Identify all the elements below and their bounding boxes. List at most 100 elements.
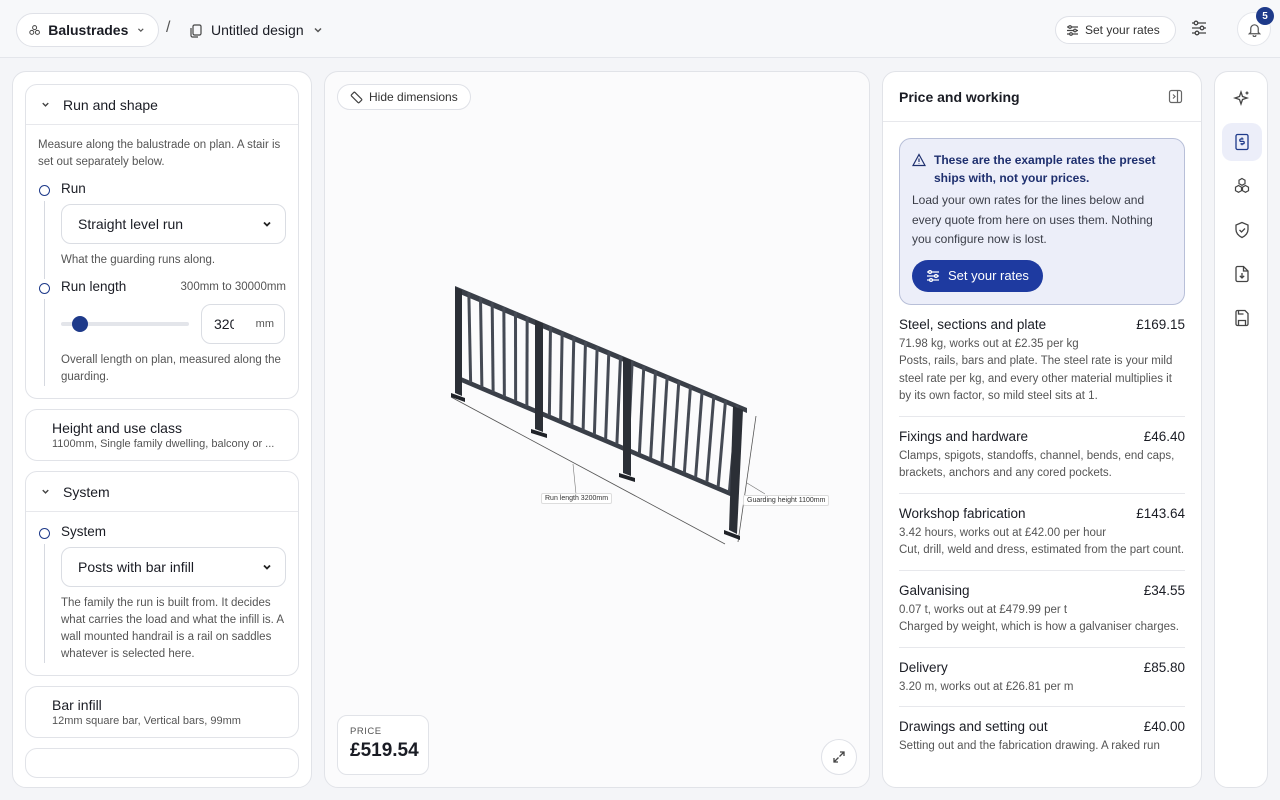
run-label: Run xyxy=(61,181,86,196)
rail-export-button[interactable] xyxy=(1222,255,1262,293)
infill-bar xyxy=(604,351,611,440)
run-help: What the guarding runs along. xyxy=(61,254,216,266)
step-dot xyxy=(39,283,50,294)
cost-breakdown: Steel, sections and plate £169.15 71.98 k… xyxy=(883,305,1201,766)
run-length-dimension: Run length 3200mm xyxy=(541,493,613,504)
system-header[interactable]: System xyxy=(26,472,298,512)
price-value: £519.54 xyxy=(350,740,419,761)
balustrade-3d-render[interactable] xyxy=(435,262,765,552)
infill-bar xyxy=(615,356,622,445)
price-label: PRICE xyxy=(350,726,382,737)
set-rates-button[interactable]: Set your rates xyxy=(1055,16,1176,44)
tool-rail xyxy=(1214,71,1268,788)
infill-bar xyxy=(660,375,669,464)
run-length-input[interactable]: 3200 mm xyxy=(201,304,285,344)
section-help: Measure along the balustrade on plan. A … xyxy=(38,139,281,168)
infill-bar xyxy=(637,366,646,454)
cost-name: Workshop fabrication xyxy=(899,505,1026,521)
expand-icon xyxy=(833,751,845,763)
section-title: Run and shape xyxy=(63,96,158,113)
system-section: System System Posts with bar infill The … xyxy=(25,471,299,676)
step-dot xyxy=(39,528,50,539)
chevron-down-icon xyxy=(263,221,271,227)
cost-note: Posts, rails, bars and plate. The steel … xyxy=(899,355,1173,402)
chevron-down-icon xyxy=(138,28,145,33)
copy-icon xyxy=(190,23,202,38)
warning-icon xyxy=(912,153,926,167)
notification-badge: 5 xyxy=(1256,7,1274,25)
run-length-help: Overall length on plan, measured along t… xyxy=(61,354,281,383)
cost-amount: £143.64 xyxy=(1136,505,1185,521)
hide-dimensions-label: Hide dimensions xyxy=(369,90,458,104)
run-length-range: 300mm to 30000mm xyxy=(180,280,286,293)
infill-bar xyxy=(490,302,495,392)
save-icon xyxy=(1235,309,1249,327)
cost-detail: 3.20 m, works out at £26.81 per m xyxy=(899,680,1074,693)
cost-detail: 71.98 kg, works out at £2.35 per kg xyxy=(899,337,1079,350)
cost-note: Charged by weight, which is how a galvan… xyxy=(899,621,1179,633)
bar-infill-section[interactable]: Bar infill 12mm square bar, Vertical bar… xyxy=(25,686,299,738)
settings-sliders-button[interactable] xyxy=(1190,19,1208,40)
cubes-icon xyxy=(29,25,40,35)
cost-amount: £169.15 xyxy=(1136,316,1185,332)
sparkles-icon xyxy=(1233,90,1250,107)
project-name: Balustrades xyxy=(48,22,129,38)
collapse-panel-icon[interactable] xyxy=(1168,89,1183,104)
infill-bar xyxy=(559,331,564,421)
infill-bar xyxy=(467,292,473,383)
infill-bar xyxy=(705,395,716,483)
project-selector[interactable]: Balustrades xyxy=(16,13,159,47)
chevron-down-icon xyxy=(42,489,49,494)
rail-compliance-button[interactable] xyxy=(1222,211,1262,249)
cost-detail: 3.42 hours, works out at £42.00 per hour xyxy=(899,526,1107,539)
sliders-icon xyxy=(1067,24,1078,36)
system-label: System xyxy=(61,524,107,539)
rail-save-button[interactable] xyxy=(1222,299,1262,337)
notice-set-rates-button[interactable]: Set your rates xyxy=(912,259,1043,292)
cost-note: Cut, drill, weld and dress, estimated fr… xyxy=(899,544,1185,556)
infill-bar xyxy=(649,371,657,459)
price-working-panel: Price and working These are the example … xyxy=(882,71,1202,788)
price-summary: PRICE £519.54 xyxy=(337,715,429,775)
chevron-down-icon xyxy=(263,564,271,570)
cost-detail: Setting out and the fabrication drawing.… xyxy=(899,740,1160,752)
top-bar: Balustrades / Untitled design Set your r… xyxy=(0,0,1280,58)
section-title: Bar infill xyxy=(52,697,102,713)
cost-name: Galvanising xyxy=(899,582,970,598)
notice-title: These are the example rates the preset s… xyxy=(934,153,1156,185)
cost-detail: 0.07 t, works out at £479.99 per t xyxy=(899,603,1068,616)
next-section[interactable] xyxy=(25,748,299,778)
set-rates-label: Set your rates xyxy=(1085,23,1160,37)
cost-name: Delivery xyxy=(899,659,948,675)
section-title: System xyxy=(63,483,110,500)
system-select-value: Posts with bar infill xyxy=(78,559,194,575)
infill-bar xyxy=(716,400,727,488)
cost-detail: Clamps, spigots, standoffs, channel, ben… xyxy=(899,449,1175,480)
run-field: Run Straight level run What the guarding… xyxy=(38,181,286,279)
notice-body: Load your own rates for the lines below … xyxy=(912,193,1153,246)
system-select[interactable]: Posts with bar infill xyxy=(61,547,286,587)
ruler-icon xyxy=(350,91,363,103)
rail-pricing-button[interactable] xyxy=(1222,123,1262,161)
cost-name: Steel, sections and plate xyxy=(899,316,1047,332)
file-download-icon xyxy=(1235,265,1249,283)
system-field: System Posts with bar infill The family … xyxy=(38,524,286,663)
rail-parts-button[interactable] xyxy=(1222,167,1262,205)
infill-bar xyxy=(581,341,587,430)
slider-thumb[interactable] xyxy=(72,316,89,332)
hide-dimensions-button[interactable]: Hide dimensions xyxy=(337,84,471,110)
cost-amount: £40.00 xyxy=(1143,719,1185,734)
run-length-field: Run length 300mm to 30000mm 3200 mm Over… xyxy=(38,279,286,386)
cost-line: Galvanising £34.55 0.07 t, works out at £… xyxy=(899,571,1185,648)
run-and-shape-header[interactable]: Run and shape xyxy=(26,85,298,125)
rail-assistant-button[interactable] xyxy=(1222,80,1262,118)
infill-bar xyxy=(547,326,552,416)
design-selector[interactable]: Untitled design xyxy=(188,13,324,47)
height-use-class-section[interactable]: Height and use class 1100mm, Single fami… xyxy=(25,409,299,461)
guarding-height-dimension: Guarding height 1100mm xyxy=(743,495,830,506)
run-select[interactable]: Straight level run xyxy=(61,204,286,244)
run-length-slider[interactable] xyxy=(61,316,189,332)
notifications-button[interactable]: 5 xyxy=(1237,7,1274,46)
fullscreen-button[interactable] xyxy=(821,739,857,775)
infill-bar xyxy=(479,297,484,388)
